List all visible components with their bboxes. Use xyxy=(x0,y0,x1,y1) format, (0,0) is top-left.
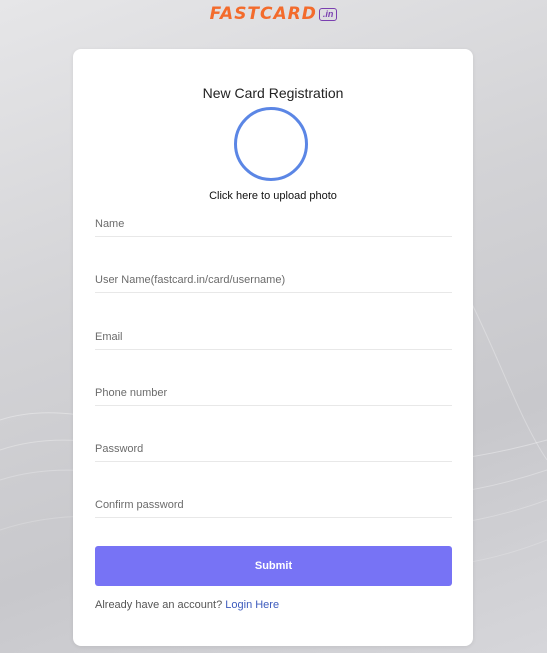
confirm-password-field[interactable] xyxy=(95,493,452,518)
upload-photo-label[interactable]: Click here to upload photo xyxy=(73,190,473,202)
username-field[interactable] xyxy=(95,268,452,293)
login-prompt-text: Already have an account? xyxy=(95,599,223,611)
registration-card: New Card Registration Click here to uplo… xyxy=(73,49,473,646)
password-field[interactable] xyxy=(95,437,452,462)
page-title: New Card Registration xyxy=(202,85,344,101)
email-field[interactable] xyxy=(95,325,452,350)
name-field[interactable] xyxy=(95,212,452,237)
brand-logo: FASTCARD .in xyxy=(0,4,547,24)
logo-text: FASTCARD xyxy=(209,4,317,24)
login-prompt: Already have an account? Login Here xyxy=(95,599,279,611)
logo-badge: .in xyxy=(318,8,338,21)
login-link[interactable]: Login Here xyxy=(225,599,279,611)
photo-upload-circle[interactable] xyxy=(234,107,308,181)
submit-button[interactable]: Submit xyxy=(95,546,452,586)
phone-field[interactable] xyxy=(95,381,452,406)
